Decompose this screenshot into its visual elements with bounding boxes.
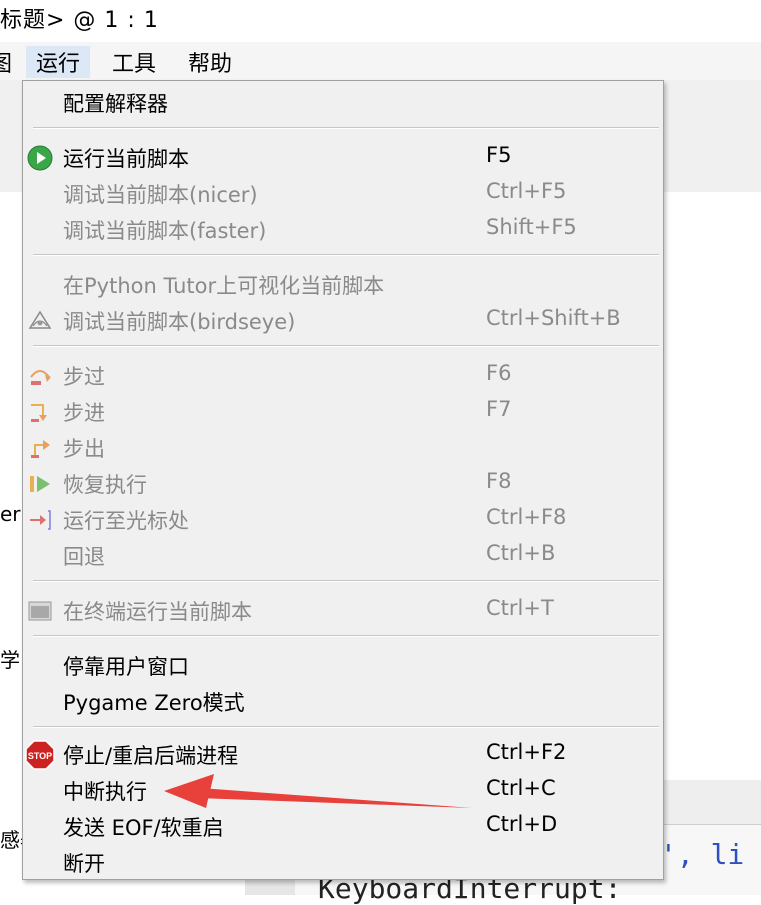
menu-item-configure-interpreter[interactable]: 配置解释器: [23, 85, 663, 121]
menu-item-label: 停止/重启后端进程: [63, 744, 239, 768]
menu-item-shortcut: Ctrl+C: [486, 776, 556, 800]
run-to-cursor-icon: [27, 507, 53, 533]
step-over-icon: [27, 363, 53, 389]
menu-item-label: 停靠用户窗口: [63, 655, 189, 679]
menu-item-shortcut: Ctrl+D: [486, 812, 558, 836]
menu-separator: [33, 726, 659, 728]
window-title: 标题> @ 1 : 1: [0, 8, 159, 33]
stop-icon-text: STOP: [28, 751, 52, 761]
menu-item-shortcut: Ctrl+T: [486, 596, 554, 620]
menubar-item-run[interactable]: 运行: [26, 46, 91, 78]
menubar-item-tools[interactable]: 工具: [112, 46, 156, 78]
menu-item-label: 中断执行: [63, 780, 147, 804]
left-pane-fragment: 学: [0, 648, 20, 672]
menu-item-label: 回退: [63, 545, 105, 569]
menu-item-shortcut: Ctrl+F2: [486, 740, 567, 764]
menubar-item-help[interactable]: 帮助: [188, 46, 232, 78]
menu-item-run-current-script[interactable]: 运行当前脚本 F5: [23, 140, 663, 176]
menu-item-shortcut: F6: [486, 361, 512, 385]
run-icon: [27, 145, 53, 171]
menu-item-disconnect[interactable]: 断开: [23, 845, 663, 881]
step-out-icon: [27, 435, 53, 461]
menu-item-shortcut: Ctrl+B: [486, 541, 556, 565]
menu-item-shortcut: Ctrl+F5: [486, 179, 567, 203]
menu-separator: [33, 254, 659, 256]
menubar-item-view[interactable]: 图: [0, 46, 12, 78]
shell-output-line: ', li: [660, 838, 745, 871]
run-menu-dropdown: 配置解释器 运行当前脚本 F5 调试当前脚本(nicer) Ctrl+F5 调试…: [22, 80, 664, 880]
menu-item-python-tutor[interactable]: 在Python Tutor上可视化当前脚本: [23, 267, 663, 303]
menu-item-label: 调试当前脚本(nicer): [63, 183, 258, 207]
menu-item-label: 在Python Tutor上可视化当前脚本: [63, 274, 385, 298]
menu-separator: [33, 345, 659, 347]
menu-item-shortcut: Ctrl+F8: [486, 505, 567, 529]
menu-item-label: 调试当前脚本(faster): [63, 219, 267, 243]
resume-icon: [27, 471, 53, 497]
terminal-icon: [27, 598, 53, 624]
menu-item-step-over[interactable]: 步过 F6: [23, 358, 663, 394]
stop-icon: STOP: [25, 740, 55, 770]
left-pane: er 学 感器: [0, 192, 24, 895]
menu-item-stop-restart-backend[interactable]: STOP 停止/重启后端进程 Ctrl+F2: [23, 737, 663, 773]
menu-item-step-into[interactable]: 步进 F7: [23, 394, 663, 430]
menu-item-label: 断开: [63, 852, 105, 876]
menu-item-interrupt-execution[interactable]: 中断执行 Ctrl+C: [23, 773, 663, 809]
menu-item-shortcut: F5: [486, 143, 512, 167]
menu-item-resume[interactable]: 恢复执行 F8: [23, 466, 663, 502]
menu-separator: [33, 635, 659, 637]
birdseye-icon: [27, 308, 53, 334]
menu-item-debug-faster[interactable]: 调试当前脚本(faster) Shift+F5: [23, 212, 663, 248]
menu-item-label: 恢复执行: [63, 473, 147, 497]
left-pane-fragment: 感器: [0, 828, 24, 852]
left-pane-fragment: er: [0, 502, 21, 526]
menu-separator: [33, 127, 659, 129]
menu-item-label: 调试当前脚本(birdseye): [63, 310, 296, 334]
menu-item-label: 步过: [63, 365, 105, 389]
menu-item-shortcut: Shift+F5: [486, 215, 577, 239]
menu-item-label: 步进: [63, 401, 105, 425]
menu-item-run-to-cursor[interactable]: 运行至光标处 Ctrl+F8: [23, 502, 663, 538]
menu-separator: [33, 580, 659, 582]
menubar: 图 运行 工具 帮助: [0, 42, 761, 80]
menu-item-shortcut: F7: [486, 397, 512, 421]
menu-item-step-out[interactable]: 步出: [23, 430, 663, 466]
menu-item-shortcut: F8: [486, 469, 512, 493]
menu-item-dock-user-windows[interactable]: 停靠用户窗口: [23, 648, 663, 684]
step-into-icon: [27, 399, 53, 425]
menu-item-label: Pygame Zero模式: [63, 691, 245, 715]
menu-item-debug-nicer[interactable]: 调试当前脚本(nicer) Ctrl+F5: [23, 176, 663, 212]
menu-item-label: 配置解释器: [63, 92, 168, 116]
menu-item-shortcut: Ctrl+Shift+B: [486, 306, 621, 330]
menu-item-label: 运行当前脚本: [63, 147, 189, 171]
menu-item-label: 在终端运行当前脚本: [63, 600, 252, 624]
window-titlebar: 标题> @ 1 : 1: [0, 0, 761, 42]
menu-item-run-in-terminal[interactable]: 在终端运行当前脚本 Ctrl+T: [23, 593, 663, 629]
menu-item-pygame-zero-mode[interactable]: Pygame Zero模式: [23, 684, 663, 720]
menu-item-label: 步出: [63, 437, 105, 461]
menu-item-label: 运行至光标处: [63, 509, 189, 533]
menu-item-label: 发送 EOF/软重启: [63, 816, 224, 840]
menu-item-send-eof[interactable]: 发送 EOF/软重启 Ctrl+D: [23, 809, 663, 845]
menu-item-step-back[interactable]: 回退 Ctrl+B: [23, 538, 663, 574]
menu-item-debug-birdseye[interactable]: 调试当前脚本(birdseye) Ctrl+Shift+B: [23, 303, 663, 339]
